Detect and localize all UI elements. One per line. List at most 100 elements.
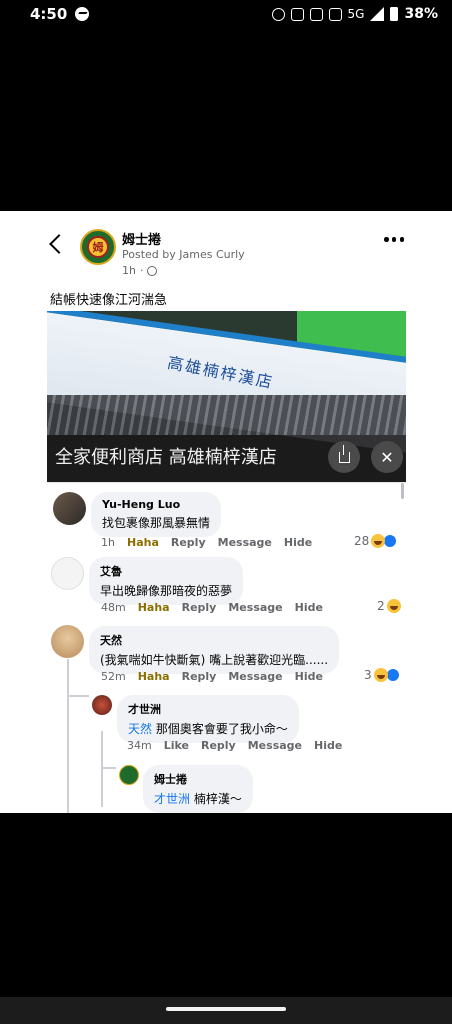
alarm-icon	[271, 7, 285, 21]
divider	[47, 482, 406, 483]
close-icon: ✕	[380, 447, 394, 467]
message-button[interactable]: Message	[228, 601, 282, 614]
comment-time: 48m	[101, 601, 126, 614]
reaction-button[interactable]: Haha	[138, 670, 170, 683]
comment-time: 52m	[101, 670, 126, 683]
message-button[interactable]: Message	[228, 670, 282, 683]
scrollbar[interactable]	[401, 483, 404, 499]
commenter-avatar[interactable]	[51, 557, 84, 590]
share-button[interactable]	[328, 441, 360, 473]
comment-bubble[interactable]: 姆士捲 才世洲 楠梓漢～	[143, 765, 253, 813]
media-caption: 全家便利商店 高雄楠梓漢店	[55, 447, 277, 468]
message-button[interactable]: Message	[248, 739, 302, 752]
comment-actions: 1h Haha Reply Message Hide	[101, 536, 312, 549]
hide-button[interactable]: Hide	[314, 739, 342, 752]
haha-icon	[371, 534, 386, 548]
status-time: 4:50	[30, 5, 68, 23]
back-icon[interactable]	[49, 234, 69, 254]
reaction-count-number: 28	[354, 534, 370, 548]
comment-bubble[interactable]: 才世洲 天然 那個奧客會要了我小命～	[117, 695, 299, 743]
hide-button[interactable]: Hide	[284, 536, 312, 549]
thread-line	[101, 767, 116, 769]
haha-icon	[386, 599, 401, 613]
reply-button[interactable]: Reply	[182, 670, 217, 683]
comment-time: 1h	[101, 536, 115, 549]
like-icon	[385, 668, 400, 682]
commenter-name[interactable]: Yu-Heng Luo	[102, 498, 210, 511]
volte-icon	[328, 7, 342, 21]
hide-button[interactable]: Hide	[295, 601, 323, 614]
comment-actions: 52m Haha Reply Message Hide	[101, 670, 323, 683]
post-media[interactable]: 高雄楠梓漢店 全家便利商店 高雄楠梓漢店 ✕	[47, 311, 406, 482]
close-button[interactable]: ✕	[371, 441, 403, 473]
thread-line	[67, 695, 89, 697]
reaction-count[interactable]: 3	[364, 668, 400, 682]
reply-button[interactable]: Reply	[182, 601, 217, 614]
commenter-avatar[interactable]	[53, 492, 86, 525]
dot-separator: ·	[139, 264, 144, 277]
post-header: 姆 姆士捲 Posted by James Curly 1h ·	[0, 211, 452, 286]
hide-button[interactable]: Hide	[295, 670, 323, 683]
like-button[interactable]: Like	[164, 739, 189, 752]
commenter-name[interactable]: 天然	[100, 632, 328, 648]
comment-text: 天然 那個奧客會要了我小命～	[128, 720, 288, 737]
reaction-count-number: 2	[377, 599, 385, 613]
thread-line	[67, 659, 69, 813]
messenger-icon	[75, 7, 90, 21]
post-time-text: 1h	[122, 264, 136, 277]
media-caption-bar: 全家便利商店 高雄楠梓漢店 ✕	[47, 435, 406, 482]
globe-icon	[147, 265, 158, 276]
commenter-avatar[interactable]	[51, 625, 84, 658]
mention-link[interactable]: 天然	[128, 722, 152, 736]
media-roof	[47, 395, 406, 435]
posted-by: Posted by James Curly	[122, 248, 245, 261]
battery-level: 38%	[404, 6, 438, 22]
reaction-count[interactable]: 2	[377, 599, 401, 613]
commenter-avatar[interactable]	[92, 695, 112, 715]
post-time: 1h ·	[122, 264, 158, 277]
status-bar: 4:50 5G 38%	[0, 0, 452, 28]
message-button[interactable]: Message	[218, 536, 272, 549]
more-icon[interactable]	[384, 237, 404, 243]
comment-bubble[interactable]: 艾魯 早出晚歸像那暗夜的惡夢	[89, 557, 244, 605]
reply-button[interactable]: Reply	[201, 739, 236, 752]
page-avatar-emblem: 姆	[87, 236, 109, 258]
thread-line	[101, 731, 103, 807]
commenter-name[interactable]: 艾魯	[100, 563, 232, 579]
post-text: 結帳快速像江河湍急	[50, 293, 168, 308]
comment-text: (我氣喘如牛快斷氣) 嘴上說著歡迎光臨......	[100, 653, 329, 667]
reply-button[interactable]: Reply	[171, 536, 206, 549]
navigation-bar	[0, 997, 452, 1024]
page-avatar[interactable]: 姆	[80, 229, 116, 265]
comment-text: 才世洲 楠梓漢～	[154, 790, 242, 807]
page-name[interactable]: 姆士捲	[122, 229, 161, 248]
comment-text: 找包裹像那風暴無情	[102, 516, 211, 530]
network-type: 5G	[347, 7, 365, 21]
comment-bubble[interactable]: Yu-Heng Luo 找包裹像那風暴無情	[91, 492, 222, 537]
haha-icon	[373, 668, 388, 682]
reaction-button[interactable]: Haha	[127, 536, 159, 549]
commenter-name[interactable]: 姆士捲	[154, 771, 242, 787]
commenter-name[interactable]: 才世洲	[128, 701, 288, 717]
signal-icon	[370, 7, 385, 21]
comment-bubble[interactable]: 天然 (我氣喘如牛快斷氣) 嘴上說著歡迎光臨......	[89, 626, 340, 674]
reaction-count[interactable]: 28	[354, 534, 398, 548]
post-screen: 姆 姆士捲 Posted by James Curly 1h · 結帳快速像江河…	[0, 211, 452, 813]
home-gesture-bar[interactable]	[166, 1007, 286, 1011]
comment-text: 早出晚歸像那暗夜的惡夢	[100, 584, 233, 598]
comment-actions: 34m Like Reply Message Hide	[127, 739, 342, 752]
comment-body: 那個奧客會要了我小命～	[155, 722, 288, 736]
like-icon	[383, 534, 398, 548]
reaction-count-number: 3	[364, 668, 372, 682]
comment-body: 楠梓漢～	[193, 792, 242, 806]
comment-time: 34m	[127, 739, 152, 752]
mention-link[interactable]: 才世洲	[154, 792, 190, 806]
reaction-button[interactable]: Haha	[138, 601, 170, 614]
auto-icon	[290, 7, 304, 21]
commenter-avatar[interactable]	[119, 765, 139, 785]
share-icon	[338, 444, 350, 463]
status-icons: 5G 38%	[271, 6, 438, 22]
vibrate-icon	[309, 7, 323, 21]
battery-icon	[390, 7, 399, 21]
comment-actions: 48m Haha Reply Message Hide	[101, 601, 323, 614]
